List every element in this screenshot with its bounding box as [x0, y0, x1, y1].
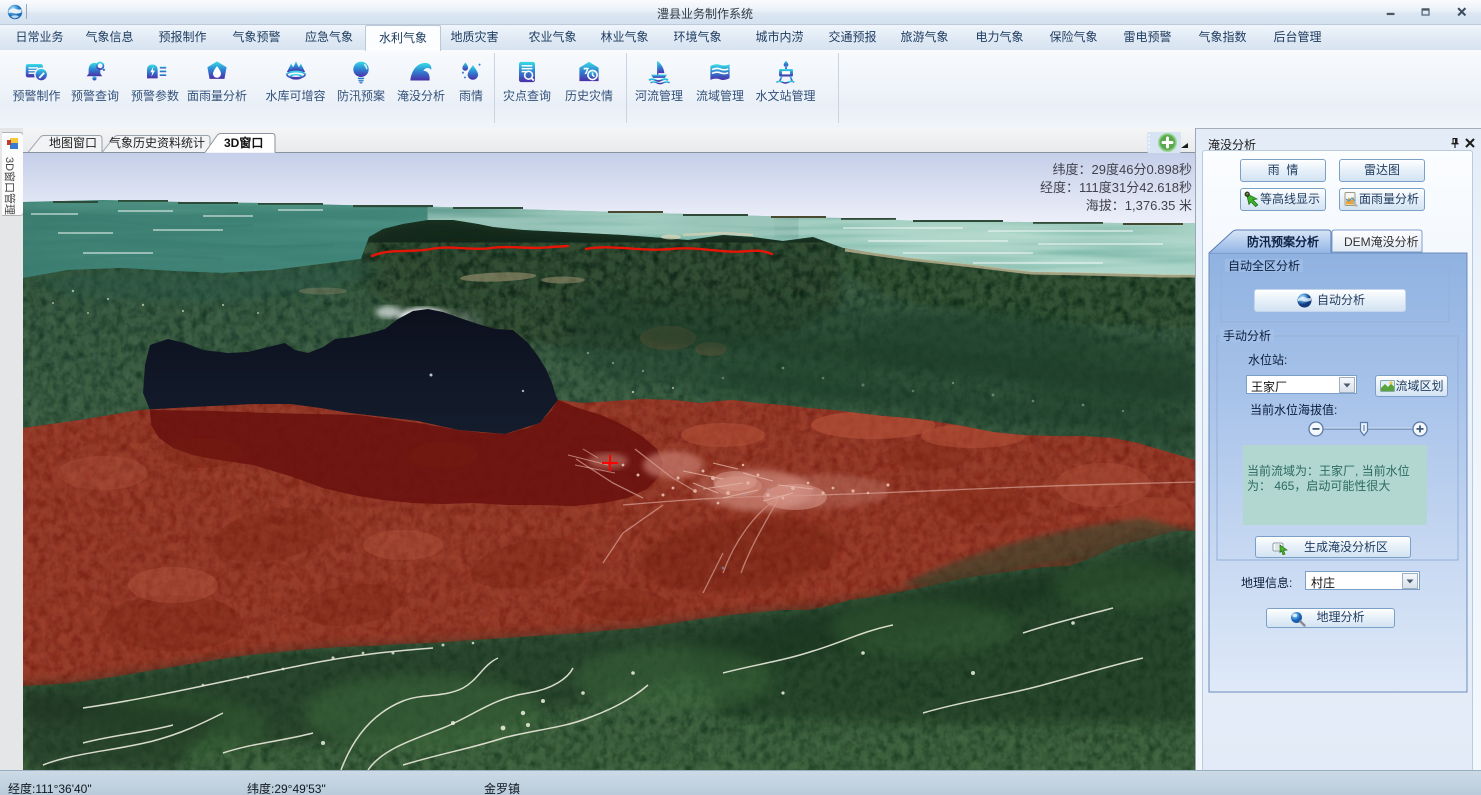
svg-text:手动分析: 手动分析 — [1223, 329, 1271, 343]
svg-text:纬度：29度46分0.898秒: 纬度：29度46分0.898秒 — [1053, 162, 1192, 177]
svg-text:DEM淹没分析: DEM淹没分析 — [1344, 234, 1419, 249]
svg-text:经度：111度31分42.618秒: 经度：111度31分42.618秒 — [1040, 180, 1192, 195]
svg-text:自动全区分析: 自动全区分析 — [1228, 258, 1300, 273]
svg-text:3D窗口: 3D窗口 — [224, 135, 263, 150]
svg-text:防汛预案分析: 防汛预案分析 — [1247, 234, 1319, 249]
svg-text:海拔：1,376.35 米: 海拔：1,376.35 米 — [1086, 198, 1192, 213]
svg-text:气象历史资料统计: 气象历史资料统计 — [109, 135, 205, 150]
svg-text:地图窗口: 地图窗口 — [49, 136, 97, 150]
